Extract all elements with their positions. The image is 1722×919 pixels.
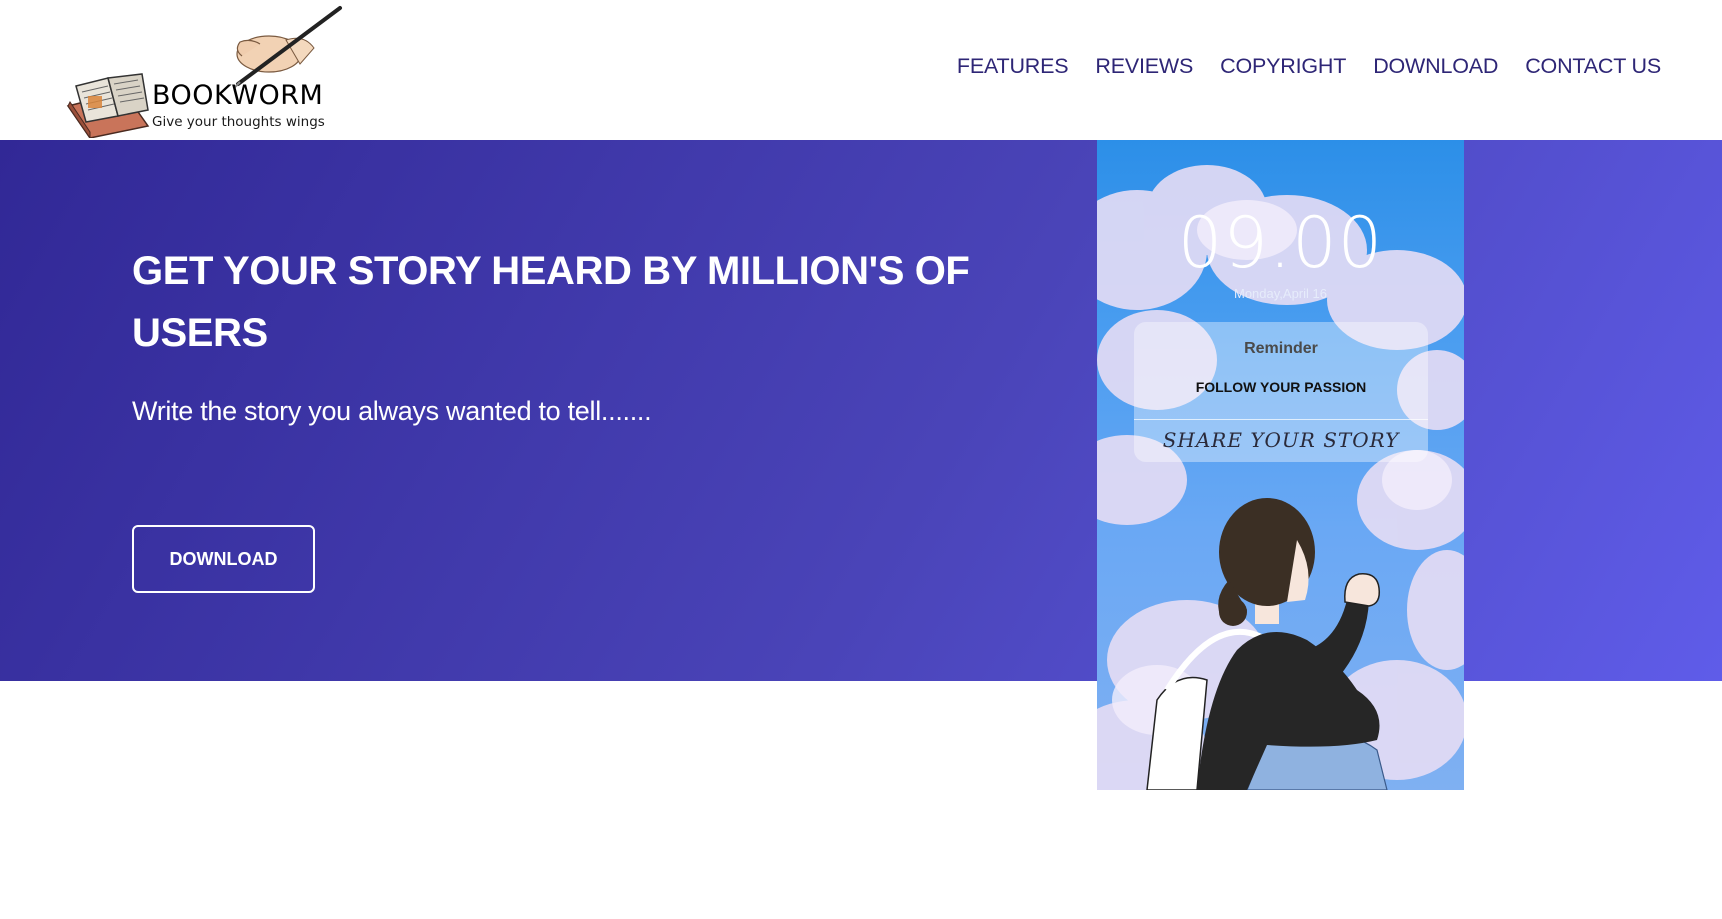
reminder-card: Reminder FOLLOW YOUR PASSION SHARE YOUR …: [1134, 322, 1428, 462]
hero-subtitle: Write the story you always wanted to tel…: [132, 396, 652, 426]
brand-tagline: Give your thoughts wings: [152, 114, 325, 130]
lockscreen-date: Monday,April 16: [1234, 286, 1327, 301]
download-button[interactable]: DOWNLOAD: [132, 525, 315, 593]
reminder-note: SHARE YOUR STORY: [1162, 428, 1400, 452]
site-header: BOOKWORM Give your thoughts wings FEATUR…: [0, 0, 1722, 140]
nav-item-contact-us[interactable]: CONTACT US: [1525, 54, 1661, 79]
reminder-body: FOLLOW YOUR PASSION: [1195, 379, 1367, 395]
reminder-title: Reminder: [1244, 340, 1318, 357]
nav-item-features[interactable]: FEATURES: [957, 54, 1069, 79]
main-nav: FEATURES REVIEWS COPYRIGHT DOWNLOAD CONT…: [957, 54, 1661, 79]
phone-mockup: 09.00 Monday,April 16 Reminder FOLLOW YO…: [1097, 140, 1464, 790]
girl-illustration-icon: [1146, 498, 1388, 790]
hero-title: GET YOUR STORY HEARD BY MILLION'S OF USE…: [132, 249, 970, 355]
reminder-divider: [1134, 419, 1428, 420]
lockscreen-time: 09.00: [1177, 202, 1384, 284]
brand-name: BOOKWORM: [152, 80, 324, 111]
nav-item-copyright[interactable]: COPYRIGHT: [1220, 54, 1346, 79]
nav-item-download[interactable]: DOWNLOAD: [1373, 54, 1498, 79]
brand-logo[interactable]: BOOKWORM Give your thoughts wings: [64, 4, 344, 138]
nav-item-reviews[interactable]: REVIEWS: [1095, 54, 1193, 79]
